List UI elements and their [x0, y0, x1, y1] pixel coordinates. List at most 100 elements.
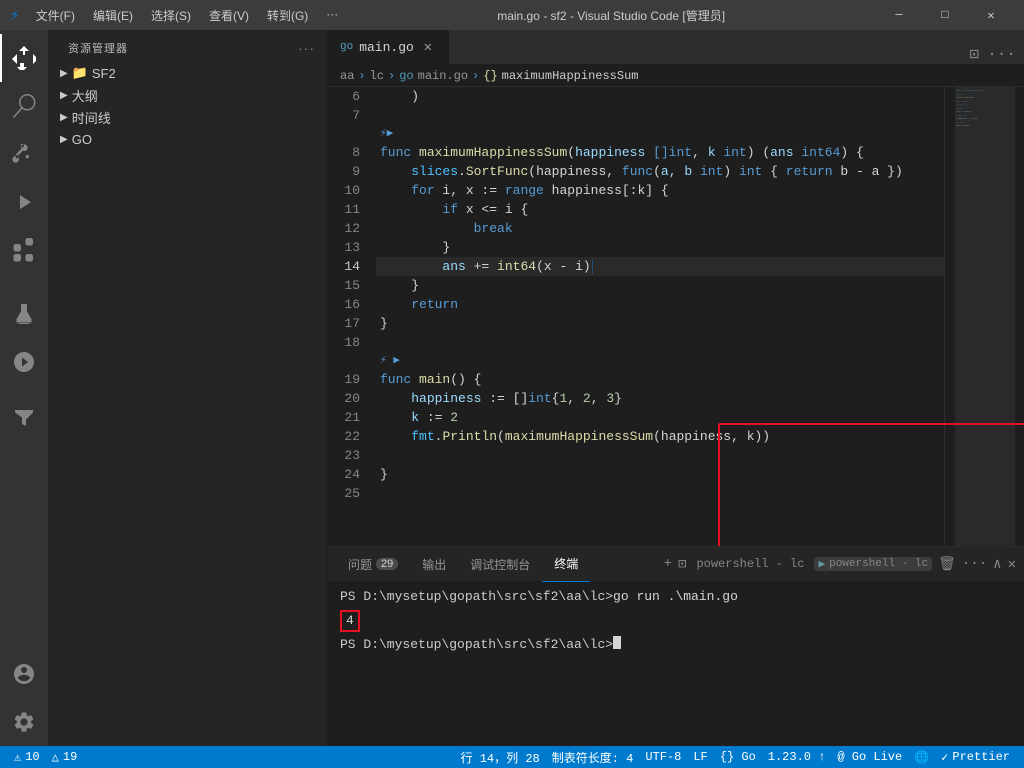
add-terminal-icon[interactable]: +: [664, 556, 672, 572]
status-go-live[interactable]: @ Go Live: [831, 746, 908, 768]
code-lens-row-2[interactable]: ⚡ ▶: [376, 352, 944, 370]
code-lens-row[interactable]: ⚡ ▶: [376, 125, 944, 143]
status-bar: ⚠ 10 △ 19 行 14，列 28 制表符长度: 4 UTF-8 LF {}…: [0, 746, 1024, 768]
ln-14: 14: [328, 257, 368, 276]
activity-run[interactable]: [0, 178, 48, 226]
status-indent[interactable]: 制表符长度: 4: [546, 746, 640, 768]
breadcrumb-file[interactable]: main.go: [418, 69, 468, 83]
minimap: func maximumHappinessSum []int slices.So…: [944, 87, 1024, 546]
close-panel-icon[interactable]: ✕: [1008, 556, 1016, 573]
title-bar: ⚡ 文件(F) 编辑(E) 选择(S) 查看(V) 转到(G) ··· main…: [0, 0, 1024, 30]
folder-icon: 📁: [72, 65, 88, 81]
activity-explorer[interactable]: [0, 34, 48, 82]
panel-chevron-up-icon[interactable]: ∧: [993, 556, 1001, 573]
remote-icon: [12, 350, 36, 374]
panel-tab-debug-console[interactable]: 调试控制台: [458, 547, 542, 582]
status-prettier[interactable]: ✓ Prettier: [935, 746, 1016, 768]
maximize-button[interactable]: □: [922, 0, 968, 30]
sidebar: 资源管理器 ··· ▶ 📁 SF2 ▶ 大纲 ▶ 时间线 ▶ GO: [48, 30, 328, 746]
code-editor[interactable]: 6 7 8 9 10 11 12 13 14 15 16 17 18 19: [328, 87, 1024, 546]
ln-lens2: [328, 352, 368, 370]
panel-tab-terminal[interactable]: 终端: [542, 547, 590, 582]
eol-text: LF: [693, 750, 707, 764]
breadcrumb-func-icon: {}: [483, 69, 497, 83]
indent-text: 制表符长度: 4: [552, 749, 634, 766]
status-position[interactable]: 行 14，列 28: [455, 746, 546, 768]
activity-remote[interactable]: [0, 338, 48, 386]
run-icon: [12, 190, 36, 214]
minimize-button[interactable]: ─: [876, 0, 922, 30]
sidebar-item-label: SF2: [92, 66, 116, 81]
go-live-text: @ Go Live: [837, 750, 902, 764]
source-control-icon: [12, 142, 36, 166]
activity-test[interactable]: [0, 290, 48, 338]
terminal-shell-indicator: ▶ powershell - lc: [814, 557, 932, 571]
panel-tab-problems[interactable]: 问题 29: [336, 547, 410, 582]
code-content[interactable]: ) ⚡ ▶ func maximumHappinessSum(happiness…: [376, 87, 944, 546]
breadcrumb-file-icon: go: [399, 69, 413, 83]
terminal-content[interactable]: PS D:\mysetup\gopath\src\sf2\aa\lc> go r…: [328, 582, 1024, 746]
split-editor-icon[interactable]: ⊡: [970, 44, 980, 64]
sidebar-item-sf2[interactable]: ▶ 📁 SF2: [48, 62, 327, 84]
code-line-13: }: [376, 238, 944, 257]
menu-bar[interactable]: 文件(F) 编辑(E) 选择(S) 查看(V) 转到(G) ···: [28, 5, 347, 26]
ln-16: 16: [328, 295, 368, 314]
code-line-10: for i, x := range happiness[:k] {: [376, 181, 944, 200]
lens-run-text[interactable]: ▶: [387, 125, 394, 144]
status-warnings[interactable]: △ 19: [46, 746, 84, 768]
status-encoding[interactable]: UTF-8: [639, 746, 687, 768]
menu-more[interactable]: ···: [318, 5, 346, 26]
breadcrumb-lc[interactable]: lc: [370, 69, 384, 83]
breadcrumb-aa[interactable]: aa: [340, 69, 354, 83]
breadcrumb-func[interactable]: maximumHappinessSum: [502, 69, 639, 83]
new-file-icon[interactable]: ···: [298, 40, 315, 56]
ln-18: 18: [328, 333, 368, 352]
status-go-version[interactable]: 1.23.0 ↑: [762, 746, 832, 768]
split-terminal-icon[interactable]: ⊡: [678, 556, 686, 573]
menu-edit[interactable]: 编辑(E): [85, 5, 141, 26]
more-actions-icon[interactable]: ···: [987, 45, 1016, 63]
close-button[interactable]: ✕: [968, 0, 1014, 30]
ln-23: 23: [328, 446, 368, 465]
code-line-6: ): [376, 87, 944, 106]
status-eol[interactable]: LF: [687, 746, 713, 768]
line-numbers: 6 7 8 9 10 11 12 13 14 15 16 17 18 19: [328, 87, 376, 546]
problems-label: 问题: [348, 556, 372, 573]
activity-filter[interactable]: [0, 394, 48, 442]
activity-account[interactable]: [0, 650, 48, 698]
menu-select[interactable]: 选择(S): [143, 5, 199, 26]
status-errors[interactable]: ⚠ 10: [8, 746, 46, 768]
status-language[interactable]: {} Go: [714, 746, 762, 768]
activity-search[interactable]: [0, 82, 48, 130]
activity-settings[interactable]: [0, 698, 48, 746]
trash-icon[interactable]: 🗑: [938, 556, 956, 573]
window-controls[interactable]: ─ □ ✕: [876, 0, 1014, 30]
activity-scm[interactable]: [0, 130, 48, 178]
lens-run-icon[interactable]: ⚡: [380, 125, 387, 144]
filter-icon: [12, 406, 36, 430]
debug-console-label: 调试控制台: [470, 556, 530, 573]
sidebar-item-go[interactable]: ▶ GO: [48, 128, 327, 150]
sidebar-item-outline[interactable]: ▶ 大纲: [48, 84, 327, 106]
tab-label: main.go: [359, 40, 414, 55]
warning-icon: △: [52, 750, 59, 765]
terminal-cmd-1: go run .\main.go: [613, 588, 738, 606]
menu-file[interactable]: 文件(F): [28, 5, 83, 26]
ln-17: 17: [328, 314, 368, 333]
sidebar-item-timeline[interactable]: ▶ 时间线: [48, 106, 327, 128]
more-panel-icon[interactable]: ···: [962, 556, 987, 572]
status-remote-icon[interactable]: 🌐: [908, 746, 935, 768]
app-icon: ⚡: [10, 5, 20, 25]
menu-goto[interactable]: 转到(G): [259, 5, 316, 26]
editor-area: go main.go ✕ ⊡ ··· aa › lc › go main.go …: [328, 30, 1024, 746]
sidebar-actions[interactable]: ···: [298, 40, 315, 56]
status-right: 行 14，列 28 制表符长度: 4 UTF-8 LF {} Go 1.23.0…: [455, 746, 1016, 768]
lens-run-icon2[interactable]: ⚡ ▶: [380, 352, 400, 371]
activity-extensions[interactable]: [0, 226, 48, 274]
tab-main-go[interactable]: go main.go ✕: [328, 30, 449, 64]
ln-15: 15: [328, 276, 368, 295]
code-line-23: [376, 446, 944, 465]
tab-close-button[interactable]: ✕: [420, 39, 436, 55]
panel-tab-output[interactable]: 输出: [410, 547, 458, 582]
menu-view[interactable]: 查看(V): [201, 5, 257, 26]
